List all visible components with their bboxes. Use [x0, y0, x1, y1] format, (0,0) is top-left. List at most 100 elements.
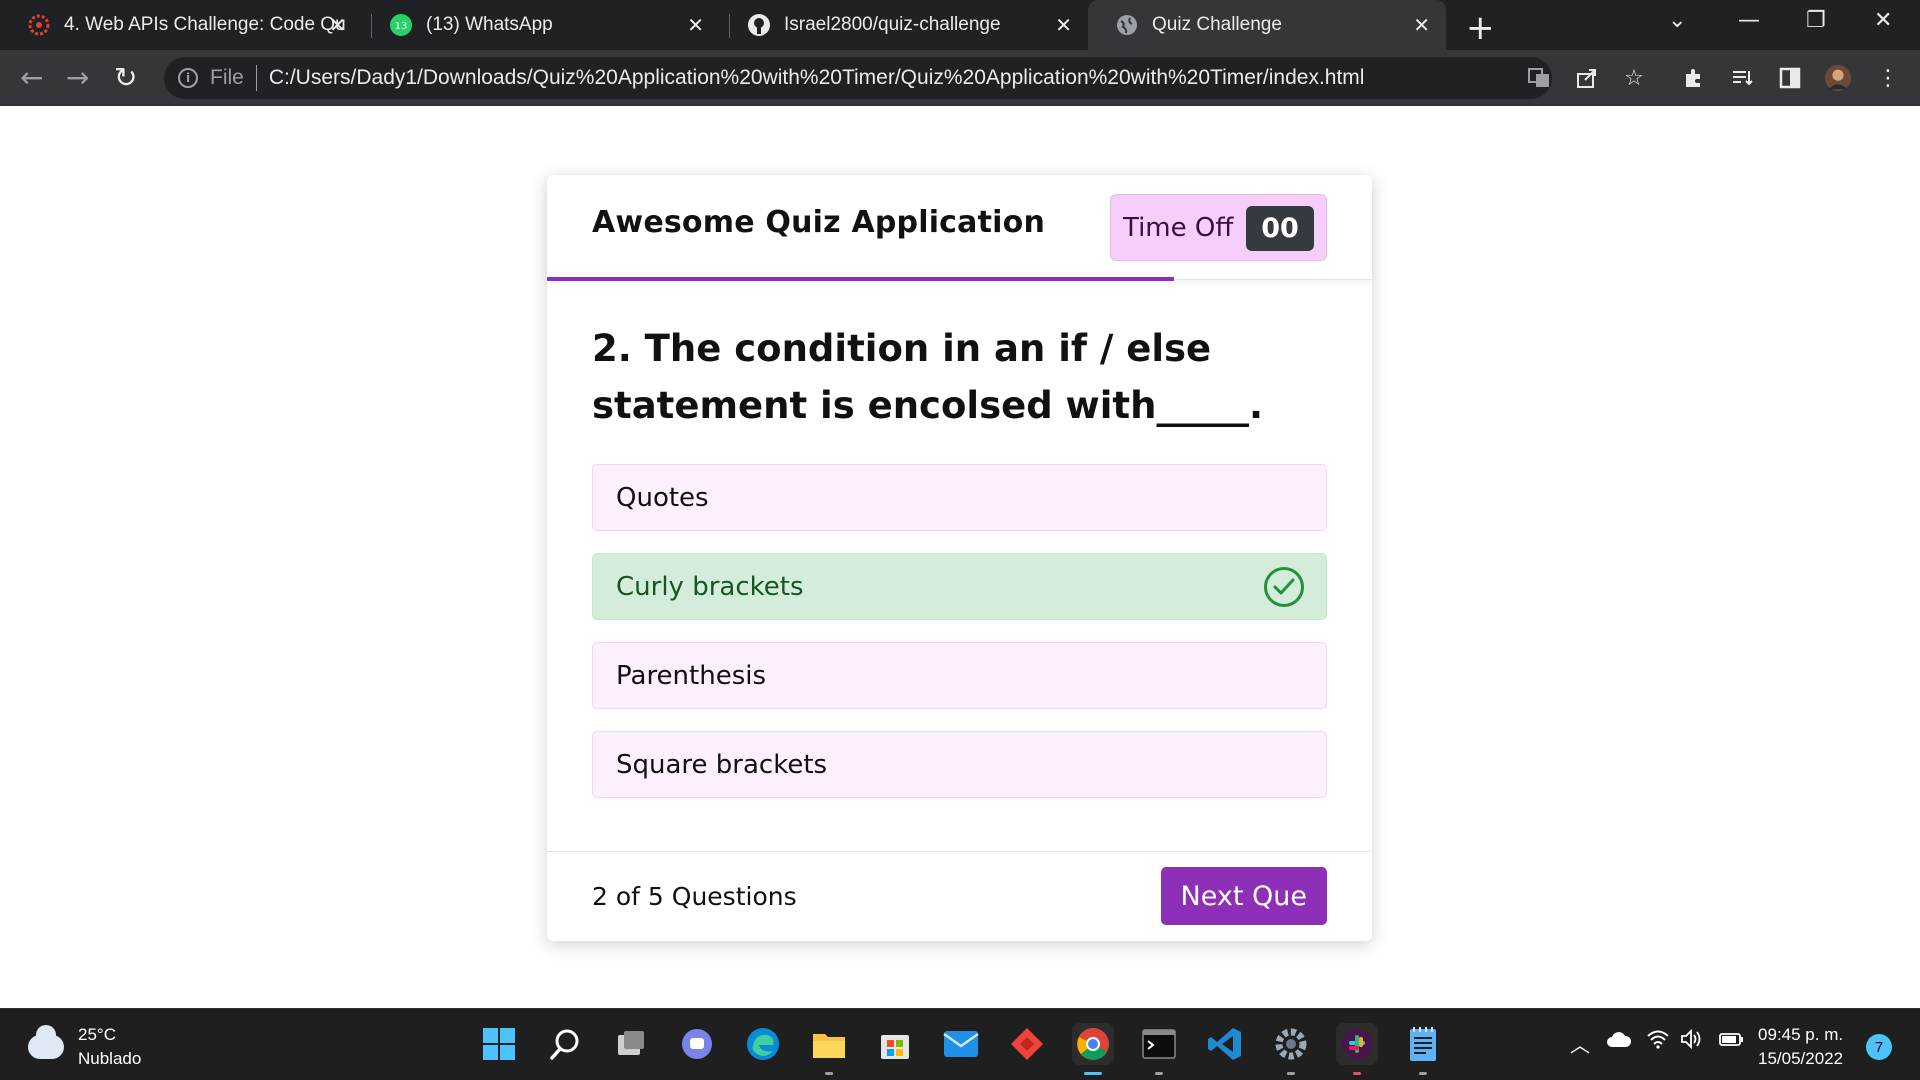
running-indicator: [825, 1072, 833, 1075]
notification-count-badge[interactable]: 7: [1866, 1034, 1892, 1060]
tab-search-chevron-icon[interactable]: ⌄: [1668, 8, 1686, 33]
edge-browser-icon[interactable]: [742, 1023, 784, 1065]
quiz-box: Awesome Quiz Application Time Off 00 2. …: [547, 175, 1372, 941]
slack-icon[interactable]: [1336, 1023, 1378, 1075]
clock-date: 15/05/2022: [1758, 1049, 1844, 1068]
next-question-button[interactable]: Next Que: [1160, 867, 1327, 925]
option-label: Quotes: [616, 482, 709, 513]
chrome-icon[interactable]: [1072, 1023, 1114, 1075]
option-label: Curly brackets: [616, 571, 804, 602]
share-icon[interactable]: [1573, 64, 1601, 92]
omnibox[interactable]: i File C:/Users/Dady1/Downloads/Quiz%20A…: [164, 57, 1552, 99]
quiz-section: 2. The condition in an if / else stateme…: [547, 280, 1372, 798]
new-tab-plus-icon[interactable]: +: [1466, 8, 1495, 48]
counter-of-word: of: [615, 882, 640, 911]
tab-quiz-challenge[interactable]: Quiz Challenge ✕: [1088, 0, 1446, 50]
current-question-number: 2: [592, 882, 608, 911]
onedrive-cloud-icon[interactable]: [1606, 1029, 1632, 1053]
tab-title: Quiz Challenge: [1152, 14, 1282, 35]
weather-description: Nublado: [78, 1049, 142, 1068]
check-circle-icon: [1264, 567, 1304, 607]
option-curly-brackets[interactable]: Curly brackets: [592, 553, 1327, 620]
browser-tab-strip: 4. Web APIs Challenge: Code Qui ✕ 13 (13…: [0, 0, 1920, 50]
tab-whatsapp[interactable]: 13 (13) WhatsApp ✕: [362, 0, 720, 50]
running-indicator: [1353, 1072, 1361, 1075]
settings-gear-icon[interactable]: [1270, 1023, 1312, 1075]
forward-arrow-icon[interactable]: →: [66, 61, 89, 94]
timer: Time Off 00: [1110, 194, 1327, 261]
quiz-footer: 2 of 5 Questions Next Que: [547, 851, 1372, 941]
canvas-icon: [26, 12, 52, 38]
option-square-brackets[interactable]: Square brackets: [592, 731, 1327, 798]
task-view-icon[interactable]: [610, 1023, 652, 1065]
url-text[interactable]: C:/Users/Dady1/Downloads/Quiz%20Applicat…: [269, 66, 1365, 90]
reload-icon[interactable]: ↻: [114, 61, 137, 94]
tab-title: Israel2800/quiz-challenge: [784, 14, 1001, 35]
total-question-number: 5: [647, 882, 664, 911]
counter-suffix: Questions: [671, 882, 797, 911]
close-icon[interactable]: ✕: [687, 13, 704, 38]
close-window-icon[interactable]: ✕: [1874, 8, 1892, 33]
minimize-icon[interactable]: —: [1738, 8, 1760, 33]
tab-canvas[interactable]: 4. Web APIs Challenge: Code Qui ✕: [0, 0, 362, 50]
address-toolbar: ← → ↻ i File C:/Users/Dady1/Downloads/Qu…: [0, 50, 1920, 106]
teams-chat-icon[interactable]: [676, 1023, 718, 1065]
back-arrow-icon[interactable]: ←: [20, 61, 43, 94]
running-indicator: [1155, 1072, 1163, 1075]
question-counter: 2 of 5 Questions: [592, 882, 797, 911]
svg-text:13: 13: [395, 21, 408, 32]
option-quotes[interactable]: Quotes: [592, 464, 1327, 531]
github-icon: [746, 12, 772, 38]
reading-list-icon[interactable]: [1728, 64, 1756, 92]
restore-icon[interactable]: ❐: [1806, 8, 1826, 33]
timer-label: Time Off: [1123, 212, 1234, 243]
system-clock[interactable]: 09:45 p. m. 15/05/2022: [1758, 1023, 1843, 1071]
quiz-title: Awesome Quiz Application: [592, 205, 1045, 240]
option-parenthesis[interactable]: Parenthesis: [592, 642, 1327, 709]
option-list: Quotes Curly brackets Parenthesis Square…: [592, 464, 1327, 798]
weather-temperature: 25°C: [78, 1025, 116, 1044]
windows-taskbar: 25°C Nublado ︿ 09:45 p. m. 15/05/2022 7: [0, 1008, 1920, 1080]
question-text: 2. The condition in an if / else stateme…: [592, 327, 1264, 427]
active-indicator: [1084, 1072, 1102, 1075]
more-menu-icon[interactable]: ⋮: [1874, 64, 1902, 92]
terminal-icon[interactable]: [1138, 1023, 1180, 1075]
url-scheme-label: File: [210, 66, 244, 89]
close-icon[interactable]: ✕: [1413, 13, 1430, 38]
profile-avatar[interactable]: [1824, 64, 1852, 92]
extensions-puzzle-icon[interactable]: [1680, 64, 1708, 92]
file-explorer-icon[interactable]: [808, 1023, 850, 1075]
bookmark-star-icon[interactable]: ☆: [1620, 64, 1648, 92]
running-indicator: [1419, 1072, 1427, 1075]
omnibox-divider: [255, 65, 257, 91]
tab-title: (13) WhatsApp: [426, 14, 553, 35]
translate-icon[interactable]: [1525, 64, 1553, 92]
weather-text: 25°C Nublado: [78, 1023, 141, 1071]
notepad-icon[interactable]: [1402, 1023, 1444, 1075]
close-icon[interactable]: ✕: [1055, 13, 1072, 38]
side-panel-icon[interactable]: [1776, 64, 1804, 92]
globe-icon: [1114, 12, 1140, 38]
running-indicator: [1287, 1072, 1295, 1075]
vscode-icon[interactable]: [1204, 1023, 1246, 1065]
tab-title: 4. Web APIs Challenge: Code Qui: [64, 14, 346, 35]
tab-github[interactable]: Israel2800/quiz-challenge ✕: [720, 0, 1088, 50]
info-icon[interactable]: i: [178, 68, 198, 88]
quiz-header: Awesome Quiz Application Time Off 00: [547, 175, 1372, 281]
time-progress-line: [547, 277, 1174, 281]
weather-widget[interactable]: 25°C Nublado: [28, 1023, 141, 1071]
cloud-icon: [28, 1025, 64, 1059]
start-windows-icon[interactable]: [478, 1023, 520, 1065]
search-icon[interactable]: [544, 1023, 586, 1065]
volume-icon[interactable]: [1680, 1028, 1704, 1054]
wifi-icon[interactable]: [1646, 1029, 1670, 1054]
clock-time: 09:45 p. m.: [1758, 1025, 1844, 1044]
battery-icon[interactable]: [1718, 1029, 1746, 1054]
show-hidden-icons-chevron-icon[interactable]: ︿: [1570, 1029, 1590, 1058]
whatsapp-icon: 13: [388, 12, 414, 38]
store-icon[interactable]: [874, 1023, 916, 1065]
timer-seconds: 00: [1246, 206, 1314, 251]
anydesk-icon[interactable]: [1006, 1023, 1048, 1065]
close-icon[interactable]: ✕: [329, 13, 346, 38]
mail-icon[interactable]: [940, 1023, 982, 1065]
